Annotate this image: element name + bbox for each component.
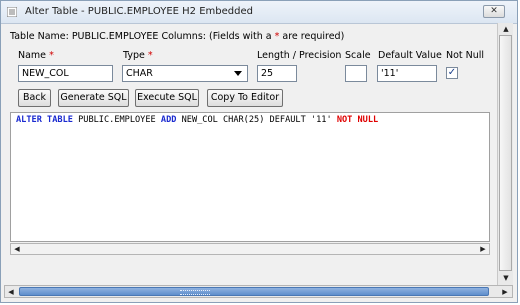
name-field[interactable]: NEW_COL xyxy=(18,65,113,82)
editor-horizontal-scrollbar[interactable]: ◀ ▶ xyxy=(10,243,490,255)
scroll-up-icon[interactable]: ▲ xyxy=(501,24,511,34)
default-value-field[interactable]: '11' xyxy=(377,65,437,82)
not-null-label: Not Null xyxy=(446,50,485,61)
bottom-scroll-left-icon[interactable]: ◀ xyxy=(6,287,16,297)
sql-statement: ALTER TABLE PUBLIC.EMPLOYEE ADD NEW_COL … xyxy=(16,115,379,125)
horizontal-scroll-thumb[interactable] xyxy=(19,287,489,296)
dropdown-arrow-icon xyxy=(234,71,242,76)
window-title: Alter Table - PUBLIC.EMPLOYEE H2 Embedde… xyxy=(25,6,253,17)
window-horizontal-scrollbar[interactable]: ◀ ▶ xyxy=(4,285,513,298)
table-name-label: Table Name: PUBLIC.EMPLOYEE Columns: (Fi… xyxy=(10,31,345,42)
generate-sql-button[interactable]: Generate SQL xyxy=(58,89,129,107)
scroll-right-icon[interactable]: ▶ xyxy=(478,244,488,254)
scale-field[interactable] xyxy=(345,65,367,82)
type-select-value: CHAR xyxy=(126,68,153,79)
close-icon[interactable]: ✕ xyxy=(483,5,505,18)
vertical-scroll-thumb[interactable] xyxy=(499,35,512,271)
bottom-scroll-right-icon[interactable]: ▶ xyxy=(500,287,510,297)
execute-sql-button[interactable]: Execute SQL xyxy=(135,89,199,107)
title-bar: Alter Table - PUBLIC.EMPLOYEE H2 Embedde… xyxy=(1,1,517,24)
copy-to-editor-button[interactable]: Copy To Editor xyxy=(207,89,283,107)
not-null-checkbox[interactable]: ✓ xyxy=(446,67,458,79)
default-value-label: Default Value xyxy=(378,50,442,61)
type-select[interactable]: CHAR xyxy=(122,65,248,82)
window-vertical-scrollbar[interactable]: ▲ ▼ xyxy=(497,23,513,285)
sql-editor[interactable]: ALTER TABLE PUBLIC.EMPLOYEE ADD NEW_COL … xyxy=(10,112,490,242)
scale-label: Scale xyxy=(345,50,371,61)
thumb-grip xyxy=(180,290,210,295)
type-label: Type * xyxy=(123,50,153,61)
scroll-down-icon[interactable]: ▼ xyxy=(501,273,511,283)
name-label: Name * xyxy=(18,50,54,61)
back-button[interactable]: Back xyxy=(18,89,51,107)
length-precision-field[interactable]: 25 xyxy=(257,65,297,82)
scroll-left-icon[interactable]: ◀ xyxy=(12,244,22,254)
length-precision-label: Length / Precision xyxy=(257,50,342,61)
app-icon xyxy=(7,7,17,17)
